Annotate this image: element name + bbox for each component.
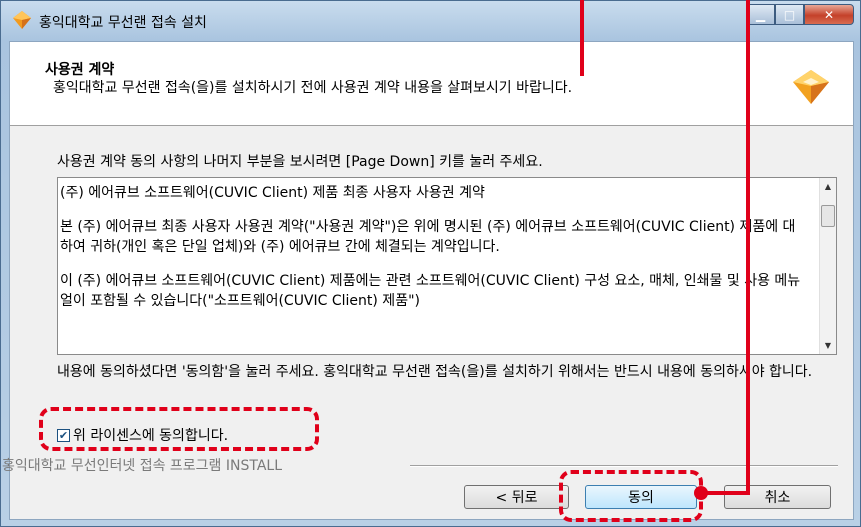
maximize-icon: □: [783, 7, 796, 22]
scroll-down-icon[interactable]: ▼: [820, 337, 836, 354]
window-title: 홍익대학교 무선랜 접속 설치: [39, 15, 207, 31]
annotation-line: [707, 491, 750, 495]
app-icon: [13, 11, 31, 29]
page-subtitle: 홍익대학교 무선랜 접속(을)를 설치하시기 전에 사용권 계약 내용을 살펴보…: [53, 80, 573, 96]
title-bar[interactable]: 홍익대학교 무선랜 접속 설치 ▁ □ ✕: [1, 1, 861, 41]
maximize-button[interactable]: □: [775, 4, 804, 25]
installer-group-label: 홍익대학교 무선인터넷 접속 프로그램 INSTALL: [2, 458, 283, 474]
minimize-button[interactable]: ▁: [746, 4, 775, 25]
agree-button-highlight: [559, 470, 703, 522]
dialog-header: 사용권 계약 홍익대학교 무선랜 접속(을)를 설치하시기 전에 사용권 계약 …: [10, 42, 853, 126]
license-paragraph: (주) 에어큐브 소프트웨어(CUVIC Client) 제품 최종 사용자 사…: [60, 185, 485, 201]
minimize-icon: ▁: [755, 7, 766, 22]
page-title: 사용권 계약: [45, 62, 115, 78]
divider: [410, 465, 838, 467]
annotation-line: [746, 0, 750, 495]
checkbox-highlight: [39, 407, 319, 451]
annotation-dot: [694, 486, 708, 500]
window-controls: ▁ □ ✕: [746, 4, 854, 26]
scroll-up-icon[interactable]: ▲: [820, 178, 836, 195]
license-scrollbar[interactable]: ▲ ▼: [819, 178, 836, 354]
license-paragraph: 본 (주) 에어큐브 최종 사용자 사용권 계약("사용권 계약")은 위에 명…: [60, 219, 796, 255]
annotation-line: [580, 0, 584, 75]
license-textbox[interactable]: (주) 에어큐브 소프트웨어(CUVIC Client) 제품 최종 사용자 사…: [57, 177, 837, 355]
cancel-button[interactable]: 취소: [724, 485, 831, 509]
back-button[interactable]: < 뒤로: [464, 485, 569, 509]
license-text: (주) 에어큐브 소프트웨어(CUVIC Client) 제품 최종 사용자 사…: [60, 183, 805, 325]
agree-instruction-text: 내용에 동의하셨다면 '동의함'을 눌러 주세요. 홍익대학교 무선랜 접속(을…: [57, 364, 813, 380]
close-icon: ✕: [823, 7, 835, 22]
close-button[interactable]: ✕: [804, 4, 854, 25]
license-paragraph: 이 (주) 에어큐브 소프트웨어(CUVIC Client) 제품에는 관련 소…: [60, 273, 801, 309]
annotation-line: [580, 75, 584, 76]
instruction-text: 사용권 계약 동의 사항의 나머지 부분을 보시려면 [Page Down] 키…: [57, 154, 543, 170]
scroll-thumb[interactable]: [821, 205, 835, 227]
product-logo-icon: [793, 70, 829, 104]
